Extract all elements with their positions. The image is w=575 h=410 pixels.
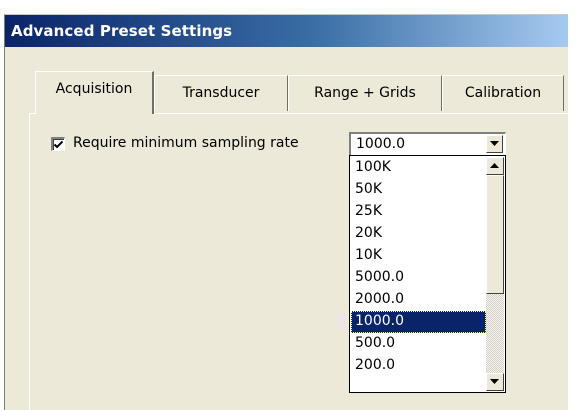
window-title: Advanced Preset Settings [11,22,233,40]
scrollbar-thumb[interactable] [486,175,504,294]
sampling-rate-option[interactable]: 20K [351,223,486,245]
tab-calibration[interactable]: Calibration [442,75,564,111]
sampling-rate-options: 100K 50K 25K 20K 10K 5000.0 2000.0 1000.… [351,157,486,377]
scroll-up-button[interactable] [486,157,504,175]
sampling-rate-combobox[interactable]: 1000.0 [349,132,506,156]
sampling-rate-option[interactable]: 25K [351,201,486,223]
require-min-rate-checkbox[interactable] [51,137,65,151]
scroll-down-button[interactable] [486,373,504,391]
sampling-rate-option[interactable]: 50K [351,179,486,201]
sampling-rate-option[interactable]: 10K [351,245,486,267]
tab-panel-left-edge [29,113,30,410]
tab-transducer[interactable]: Transducer [154,75,288,111]
sampling-rate-option[interactable]: 500.0 [351,333,486,355]
tab-acquisition-label: Acquisition [55,81,133,97]
sampling-rate-dropdown-button[interactable] [486,135,503,153]
sampling-rate-option[interactable]: 5000.0 [351,267,486,289]
chevron-up-icon [490,163,499,168]
tab-range-grids[interactable]: Range + Grids [288,75,442,111]
tab-range-grids-label: Range + Grids [314,85,416,101]
sampling-rate-option[interactable]: 2000.0 [351,289,486,311]
require-min-rate-label[interactable]: Require minimum sampling rate [73,135,299,151]
tab-transducer-label: Transducer [182,85,260,101]
chevron-down-icon [490,379,499,384]
tab-calibration-label: Calibration [464,85,542,101]
chevron-down-icon [490,141,499,146]
sampling-rate-option-selected[interactable]: 1000.0 [351,311,486,333]
sampling-rate-value: 1000.0 [356,136,405,152]
tab-acquisition[interactable]: Acquisition [35,71,154,114]
title-bar[interactable]: Advanced Preset Settings [5,15,568,47]
dropdown-scrollbar[interactable] [486,157,504,391]
sampling-rate-dropdown-list: 100K 50K 25K 20K 10K 5000.0 2000.0 1000.… [349,155,506,393]
sampling-rate-option[interactable]: 200.0 [351,355,486,377]
dialog-window: Advanced Preset Settings Acquisition Tra… [4,14,568,410]
checkmark-icon [53,140,64,149]
sampling-rate-option[interactable]: 100K [351,157,486,179]
